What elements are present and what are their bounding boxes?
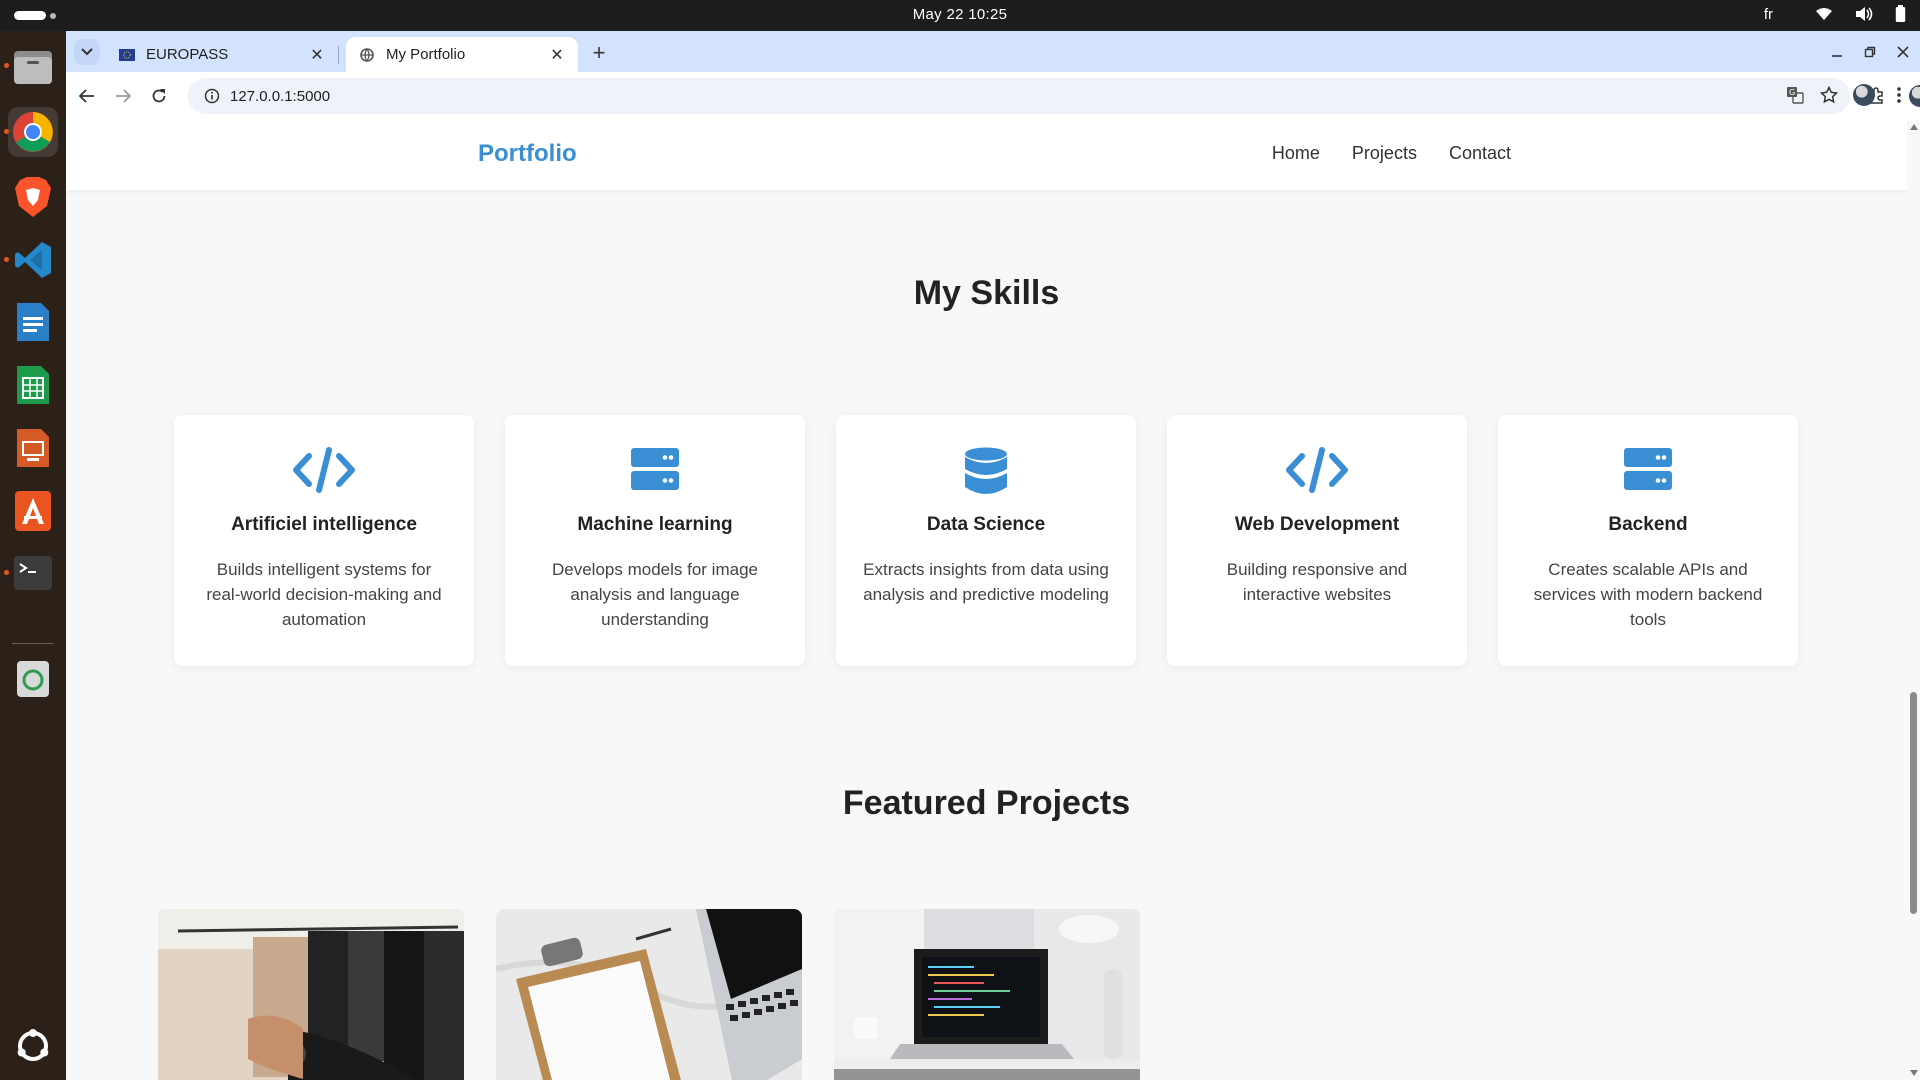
- skill-card: Machine learning Develops models for ima…: [505, 415, 805, 666]
- scroll-up-icon[interactable]: [1910, 124, 1918, 130]
- skill-title: Data Science: [926, 514, 1046, 535]
- project-card-image[interactable]: [496, 909, 802, 1080]
- restore-button[interactable]: [1857, 39, 1883, 65]
- files-app-icon[interactable]: [4, 41, 58, 91]
- profile-avatar-button[interactable]: [1851, 82, 1877, 108]
- skills-section-title: My Skills: [913, 274, 1060, 312]
- battery-icon: [1895, 5, 1906, 22]
- clipboard-laptop-photo: [496, 909, 802, 1080]
- scroll-down-icon[interactable]: [1910, 1070, 1918, 1076]
- skill-description: Develops models for image analysis and l…: [552, 560, 758, 629]
- vscode-app-icon[interactable]: [4, 235, 58, 285]
- back-button[interactable]: [73, 82, 101, 110]
- skill-card: Artificiel intelligence Builds intellige…: [174, 415, 474, 666]
- skill-card: Data Science Extracts insights from data…: [836, 415, 1136, 666]
- app-center-icon[interactable]: [8, 486, 58, 536]
- browser-toolbar: 127.0.0.1:5000 G: [66, 72, 1920, 120]
- code-icon: [174, 447, 474, 497]
- dock-separator: [12, 643, 54, 644]
- project-card-image[interactable]: [158, 909, 464, 1080]
- skill-title: Machine learning: [577, 514, 733, 535]
- dock: [0, 31, 66, 1080]
- site-nav: Home Projects Contact: [1272, 143, 1511, 164]
- keyboard-language[interactable]: fr: [1764, 6, 1773, 23]
- close-window-button[interactable]: [1890, 39, 1916, 65]
- close-tab-icon[interactable]: ✕: [548, 46, 566, 64]
- brave-app-icon[interactable]: [8, 172, 58, 222]
- volume-icon: [1856, 7, 1873, 21]
- chevron-down-icon: [81, 48, 93, 56]
- tab-my-portfolio[interactable]: My Portfolio ✕: [346, 37, 578, 72]
- chrome-menu-button[interactable]: [1886, 82, 1912, 108]
- clothing-rack-photo: [158, 909, 464, 1080]
- arrow-left-icon: [79, 89, 94, 103]
- project-card-image[interactable]: [834, 909, 1140, 1080]
- svg-text:G: G: [1789, 88, 1795, 97]
- translate-icon[interactable]: G: [1786, 86, 1804, 109]
- skill-description: Builds intelligent systems for real-worl…: [206, 560, 442, 629]
- tab-europass[interactable]: EUROPASS ✕: [106, 37, 339, 72]
- bookmark-star-icon[interactable]: [1819, 85, 1839, 109]
- site-info-icon[interactable]: [194, 88, 230, 104]
- system-clock[interactable]: May 22 10:25: [0, 6, 1920, 23]
- tab-title: My Portfolio: [386, 46, 466, 63]
- nav-home-link[interactable]: Home: [1272, 143, 1320, 164]
- tab-search-button[interactable]: [74, 39, 100, 65]
- impress-app-icon[interactable]: [8, 423, 58, 473]
- server-icon: [505, 447, 805, 497]
- site-header: Portfolio Home Projects Contact: [66, 120, 1907, 190]
- globe-icon: [358, 46, 376, 64]
- skill-title: Web Development: [1234, 514, 1400, 535]
- scrollbar-thumb[interactable]: [1910, 692, 1917, 914]
- reload-icon: [152, 89, 166, 103]
- eu-flag-icon: [118, 46, 136, 64]
- address-bar[interactable]: 127.0.0.1:5000 G: [188, 78, 1850, 114]
- skill-title: Artificiel intelligence: [231, 514, 417, 535]
- trash-icon[interactable]: [8, 653, 58, 703]
- arrow-right-icon: [116, 89, 131, 103]
- forward-button[interactable]: [109, 82, 137, 110]
- avatar: [1853, 84, 1875, 106]
- projects-section-title: Featured Projects: [842, 784, 1131, 822]
- nav-projects-link[interactable]: Projects: [1352, 143, 1417, 164]
- reload-button[interactable]: [145, 82, 173, 110]
- terminal-app-icon[interactable]: [4, 548, 58, 598]
- calc-app-icon[interactable]: [8, 360, 58, 410]
- skill-description: Building responsive and interactive webs…: [1226, 560, 1408, 604]
- skill-description: Extracts insights from data using analys…: [863, 560, 1109, 604]
- laptop-desk-photo: [834, 909, 1140, 1080]
- tab-strip: EUROPASS ✕ My Portfolio ✕ +: [66, 31, 1920, 72]
- server-icon: [1498, 447, 1798, 497]
- system-top-bar: May 22 10:25 fr: [0, 0, 1920, 31]
- nav-contact-link[interactable]: Contact: [1449, 143, 1511, 164]
- skill-title: Backend: [1608, 514, 1688, 535]
- page-viewport: Portfolio Home Projects Contact My Skill…: [66, 120, 1920, 1080]
- more-vertical-icon: [1897, 87, 1901, 103]
- database-icon: [836, 447, 1136, 497]
- system-tray[interactable]: fr: [1764, 5, 1906, 23]
- new-tab-button[interactable]: +: [587, 40, 611, 65]
- wifi-icon: [1816, 8, 1832, 20]
- page-scrollbar[interactable]: [1907, 120, 1920, 1080]
- skill-card: Backend Creates scalable APIs and servic…: [1498, 415, 1798, 666]
- show-apps-icon[interactable]: [8, 1021, 58, 1071]
- tab-title: EUROPASS: [146, 46, 229, 63]
- skill-description: Creates scalable APIs and services with …: [1533, 560, 1763, 629]
- skill-card: Web Development Building responsive and …: [1167, 415, 1467, 666]
- minimize-button[interactable]: [1824, 39, 1850, 65]
- chrome-app-icon[interactable]: [4, 107, 58, 157]
- close-tab-icon[interactable]: ✕: [308, 46, 326, 64]
- url-text[interactable]: 127.0.0.1:5000: [230, 88, 330, 105]
- code-icon: [1167, 447, 1467, 497]
- site-logo[interactable]: Portfolio: [478, 140, 577, 168]
- writer-app-icon[interactable]: [8, 297, 58, 347]
